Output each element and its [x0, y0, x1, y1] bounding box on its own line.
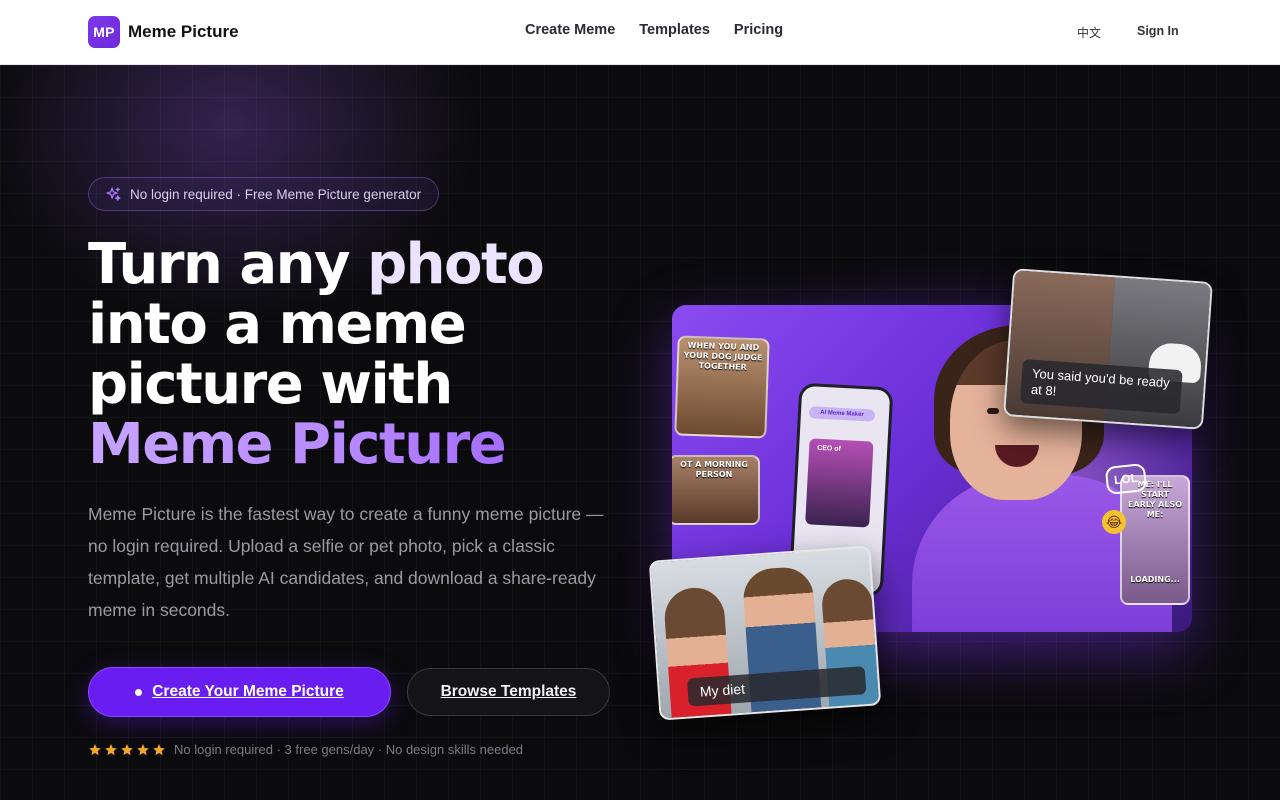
nav-link-create-meme[interactable]: Create Meme	[525, 22, 615, 38]
sign-in-link[interactable]: Sign In	[1137, 24, 1179, 38]
headline-line3: picture with	[88, 352, 453, 417]
meme-tile-morning: OT A MORNING PERSON	[672, 455, 760, 525]
hero-badge: No login required · Free Meme Picture ge…	[88, 177, 440, 211]
star-icon	[89, 743, 101, 755]
sparkle-icon	[106, 186, 121, 201]
browse-templates-button-label: Browse Templates	[440, 683, 577, 700]
brand-mark: MP	[88, 16, 120, 48]
trust-row: No login required · 3 free gens/day · No…	[88, 742, 523, 757]
laughing-emoji-icon: 😂	[1102, 510, 1126, 534]
hero-collage: WHEN YOU AND YOUR DOG JUDGE TOGETHER OT …	[640, 268, 1230, 721]
headline-line2: into a meme	[88, 292, 467, 357]
hero-section: No login required · Free Meme Picture ge…	[0, 65, 1280, 800]
rating-stars	[88, 743, 166, 757]
lol-bubble: LOL	[1104, 462, 1148, 496]
trust-text: No login required · 3 free gens/day · No…	[174, 742, 524, 757]
star-icon	[153, 743, 165, 755]
hero-badge-text: No login required · Free Meme Picture ge…	[130, 186, 422, 202]
nav-link-pricing[interactable]: Pricing	[734, 22, 783, 38]
hero-headline: Turn any photo into a meme picture with …	[88, 235, 608, 475]
top-nav: MP Meme Picture Create Meme Templates Pr…	[0, 0, 1280, 65]
headline-line1-b: photo	[367, 232, 545, 297]
brand-logo[interactable]: MP Meme Picture	[88, 16, 239, 48]
meme-card-cat: You said you'd be ready at 8!	[1003, 268, 1213, 430]
star-icon	[105, 743, 117, 755]
nav-links: Create Meme Templates Pricing	[525, 22, 783, 38]
create-meme-button-label: Create Your Meme Picture	[152, 683, 344, 700]
meme-tile-dog: WHEN YOU AND YOUR DOG JUDGE TOGETHER	[674, 335, 770, 439]
browse-templates-button[interactable]: Browse Templates	[407, 668, 610, 716]
headline-line4-brand: Meme Picture	[88, 415, 608, 475]
headline-line1-a: Turn any	[88, 232, 368, 297]
meme-card-distracted: My diet	[648, 545, 882, 721]
star-icon	[137, 743, 149, 755]
hero-description: Meme Picture is the fastest way to creat…	[88, 504, 604, 620]
meme-tile-loading: ME: I'LL START EARLY ALSO ME: LOADING...	[1120, 475, 1190, 605]
star-icon	[121, 743, 133, 755]
create-meme-button[interactable]: Create Your Meme Picture	[88, 667, 391, 717]
dot-icon	[135, 688, 143, 696]
language-switch[interactable]: 中文	[1077, 24, 1101, 41]
phone-header: AI Meme Maker	[808, 406, 876, 422]
brand-name: Meme Picture	[128, 22, 239, 41]
nav-link-templates[interactable]: Templates	[639, 22, 710, 38]
